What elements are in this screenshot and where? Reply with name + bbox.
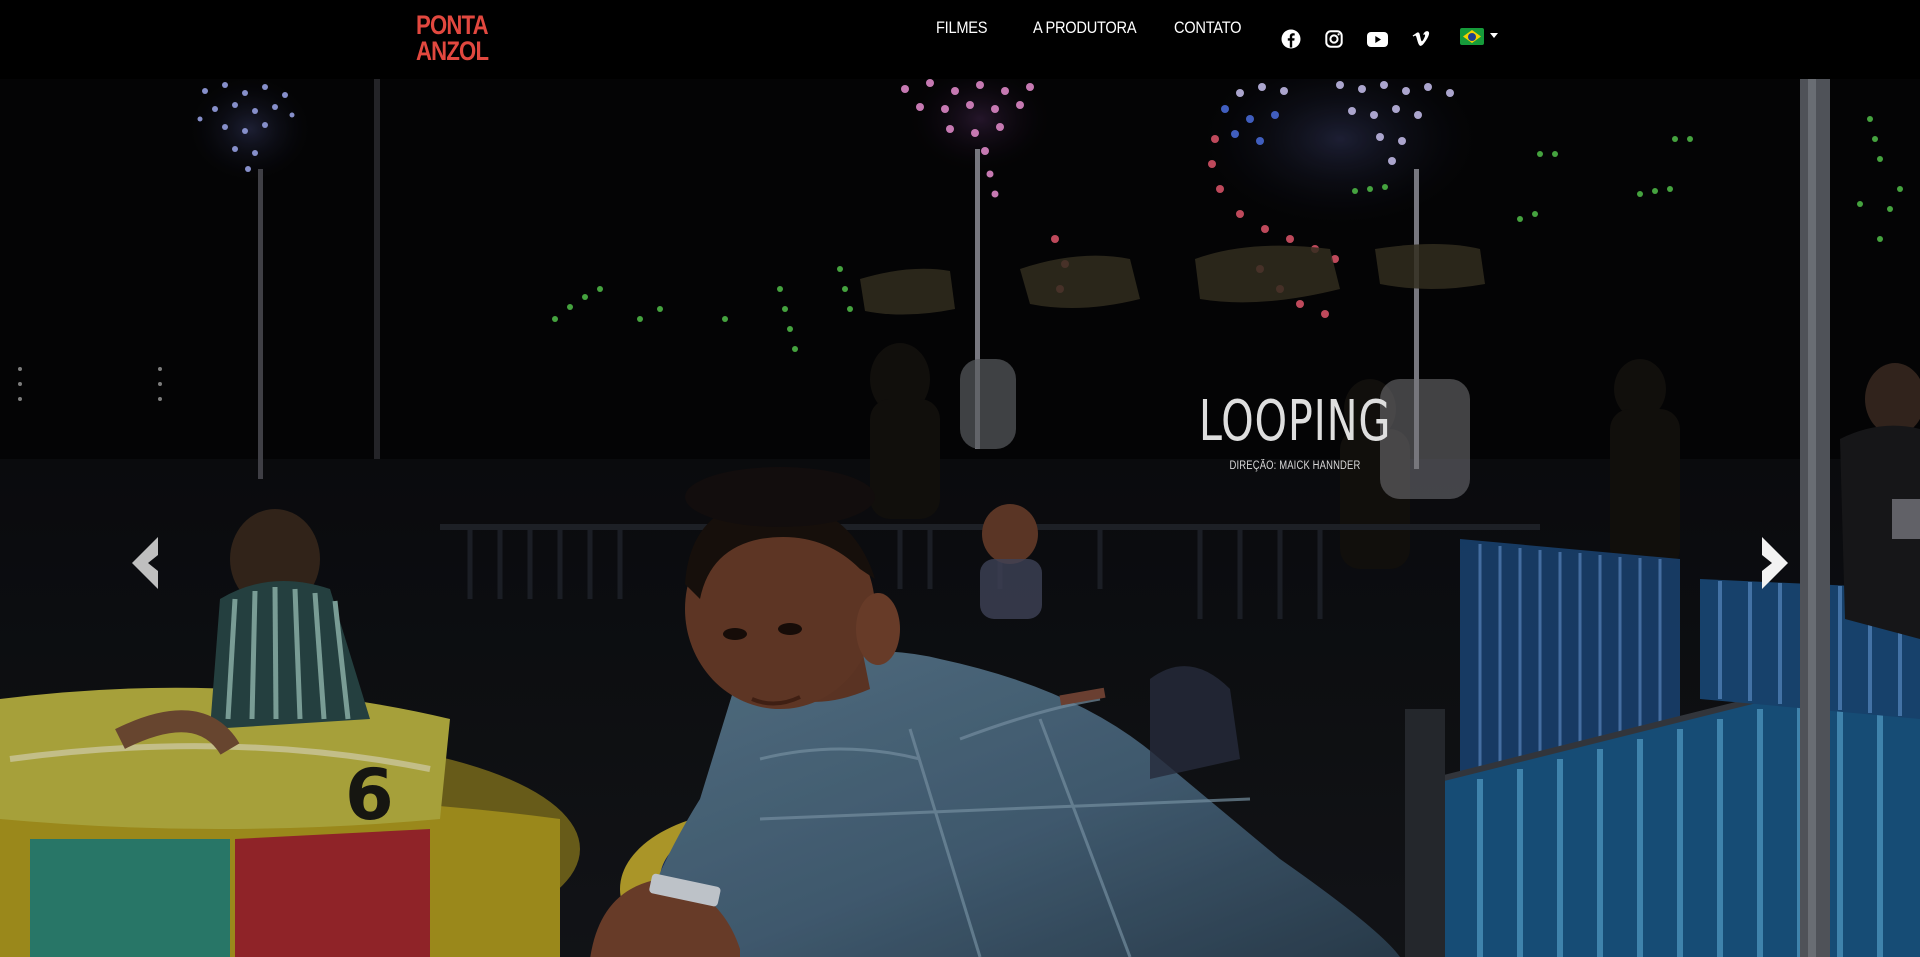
chevron-right-icon xyxy=(1762,537,1788,589)
navbar: PONTA ANZOL FILMES A PRODUTORA CONTATO xyxy=(0,0,1920,79)
caret-down-icon xyxy=(1490,33,1498,38)
nav-link-a-produtora[interactable]: A PRODUTORA xyxy=(1033,18,1137,38)
hero-carousel: 6 LOOPING DIREÇÃO: MAICK HANNDER xyxy=(0,79,1920,957)
slide-director: DIREÇÃO: MAICK HANNDER xyxy=(1229,460,1361,472)
logo-line-1: PONTA xyxy=(416,10,489,40)
brazil-flag-icon xyxy=(1460,28,1484,45)
nav-link-contato[interactable]: CONTATO xyxy=(1174,18,1241,38)
slide-title[interactable]: LOOPING xyxy=(1147,389,1443,455)
instagram-icon[interactable] xyxy=(1323,28,1345,50)
page: PONTA ANZOL FILMES A PRODUTORA CONTATO 6… xyxy=(0,0,1920,957)
youtube-icon[interactable] xyxy=(1366,28,1388,50)
facebook-icon[interactable] xyxy=(1280,28,1302,50)
vimeo-icon[interactable] xyxy=(1410,28,1432,50)
brand-logo[interactable]: PONTA ANZOL xyxy=(416,12,492,72)
carousel-prev-button[interactable] xyxy=(120,531,168,595)
nav-link-filmes[interactable]: FILMES xyxy=(936,18,988,38)
carousel-next-button[interactable] xyxy=(1752,531,1800,595)
chevron-left-icon xyxy=(132,537,158,589)
language-selector[interactable] xyxy=(1460,26,1504,48)
logo-line-2: ANZOL xyxy=(416,36,489,66)
slide-caption: LOOPING DIREÇÃO: MAICK HANNDER xyxy=(1095,389,1495,472)
